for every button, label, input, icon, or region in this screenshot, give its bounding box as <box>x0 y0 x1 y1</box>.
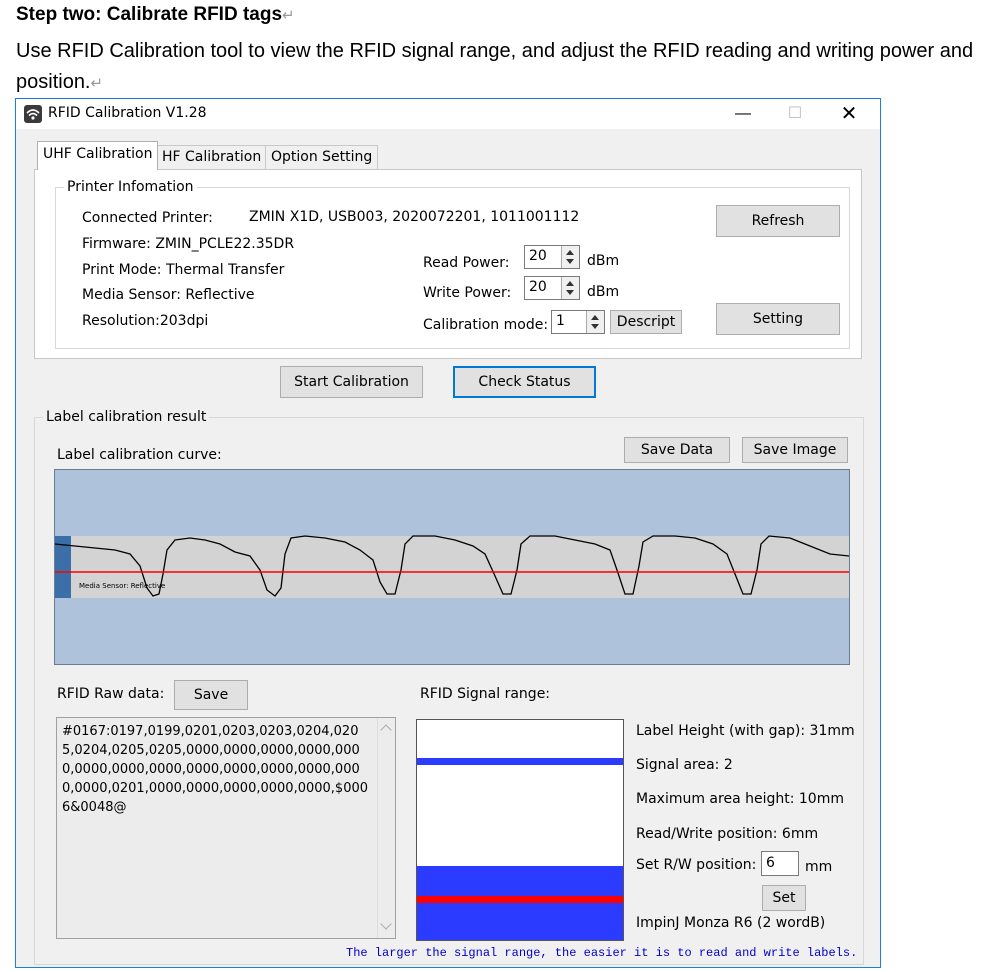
calibration-mode-spinner[interactable]: 1 <box>551 310 605 334</box>
raw-data-textarea[interactable]: #0167:0197,0199,0201,0203,0203,0204,0205… <box>56 717 396 939</box>
setting-button[interactable]: Setting <box>716 303 840 335</box>
rw-position-marker <box>417 896 623 903</box>
read-power-value: 20 <box>529 248 547 264</box>
uhf-calibration-panel: Printer Infomation Connected Printer: ZM… <box>34 169 862 359</box>
rfid-calibration-window: RFID Calibration V1.28 — ☐ ✕ UHF Calibra… <box>15 98 881 968</box>
set-button[interactable]: Set <box>762 885 806 911</box>
close-button[interactable]: ✕ <box>826 99 872 129</box>
rw-position-text: Read/Write position: 6mm <box>636 826 819 842</box>
scroll-up-icon[interactable] <box>380 724 392 736</box>
chip-model-text: ImpinJ Monza R6 (2 wordB) <box>636 915 826 931</box>
printer-info-legend: Printer Infomation <box>64 179 197 195</box>
maximize-button[interactable]: ☐ <box>772 99 818 129</box>
max-area-height-text: Maximum area height: 10mm <box>636 791 844 807</box>
wifi-app-icon <box>24 105 42 123</box>
check-status-button[interactable]: Check Status <box>453 366 596 398</box>
read-power-unit: dBm <box>587 253 620 269</box>
window-title: RFID Calibration V1.28 <box>48 105 207 121</box>
resolution-text: Resolution:203dpi <box>82 313 209 329</box>
set-rw-position-label: Set R/W position: <box>636 857 757 873</box>
set-rw-unit: mm <box>805 859 833 875</box>
signal-area-1 <box>417 758 623 765</box>
spinner-arrows-icon[interactable] <box>586 311 604 333</box>
calibration-curve-svg: Media Sensor: Reflective <box>55 535 849 598</box>
curve-label: Label calibration curve: <box>57 447 222 463</box>
tab-hf-calibration[interactable]: HF Calibration <box>156 145 268 169</box>
firmware-text: Firmware: ZMIN_PCLE22.35DR <box>82 236 295 252</box>
raw-save-button[interactable]: Save <box>174 680 248 710</box>
raw-data-text: #0167:0197,0199,0201,0203,0203,0204,0205… <box>62 724 369 815</box>
signal-area-text: Signal area: 2 <box>636 757 733 773</box>
scroll-down-icon[interactable] <box>380 918 392 930</box>
calibration-result-legend: Label calibration result <box>43 409 210 425</box>
media-sensor-text: Media Sensor: Reflective <box>82 287 255 303</box>
calibration-curve-chart: Media Sensor: Reflective <box>54 469 850 665</box>
spinner-arrows-icon[interactable] <box>561 277 579 299</box>
read-power-spinner[interactable]: 20 <box>524 245 580 269</box>
raw-data-label: RFID Raw data: <box>57 686 165 702</box>
signal-area-2 <box>417 866 623 940</box>
spinner-arrows-icon[interactable] <box>561 246 579 268</box>
signal-range-footnote: The larger the signal range, the easier … <box>346 946 858 960</box>
calibration-mode-label: Calibration mode: <box>423 317 549 333</box>
set-rw-position-input[interactable]: 6 <box>761 851 799 876</box>
connected-printer-label: Connected Printer: <box>82 210 213 226</box>
descript-button[interactable]: Descript <box>610 310 682 334</box>
calibration-mode-value: 1 <box>556 313 565 329</box>
signal-range-label: RFID Signal range: <box>420 686 551 702</box>
label-height-text: Label Height (with gap): 31mm <box>636 723 855 739</box>
write-power-label: Write Power: <box>423 285 512 301</box>
print-mode-text: Print Mode: Thermal Transfer <box>82 262 285 278</box>
write-power-value: 20 <box>529 279 547 295</box>
connected-printer-value: ZMIN X1D, USB003, 2020072201, 1011001112 <box>249 209 580 225</box>
refresh-button[interactable]: Refresh <box>716 205 840 237</box>
minimize-button[interactable]: — <box>720 99 766 129</box>
save-image-button[interactable]: Save Image <box>742 437 848 463</box>
save-data-button[interactable]: Save Data <box>624 437 730 463</box>
read-power-label: Read Power: <box>423 255 510 271</box>
write-power-unit: dBm <box>587 284 620 300</box>
tab-uhf-calibration[interactable]: UHF Calibration <box>37 141 159 170</box>
curve-annotation: Media Sensor: Reflective <box>79 582 165 590</box>
doc-paragraph: Use RFID Calibration tool to view the RF… <box>16 40 974 93</box>
start-calibration-button[interactable]: Start Calibration <box>280 366 423 398</box>
doc-heading: Step two: Calibrate RFID tags↵ <box>16 4 295 25</box>
write-power-spinner[interactable]: 20 <box>524 276 580 300</box>
tab-option-setting[interactable]: Option Setting <box>265 145 379 169</box>
raw-data-scrollbar[interactable] <box>377 718 395 938</box>
signal-range-chart <box>416 719 624 941</box>
title-bar[interactable]: RFID Calibration V1.28 — ☐ ✕ <box>16 99 880 129</box>
curve-band <box>55 536 849 598</box>
